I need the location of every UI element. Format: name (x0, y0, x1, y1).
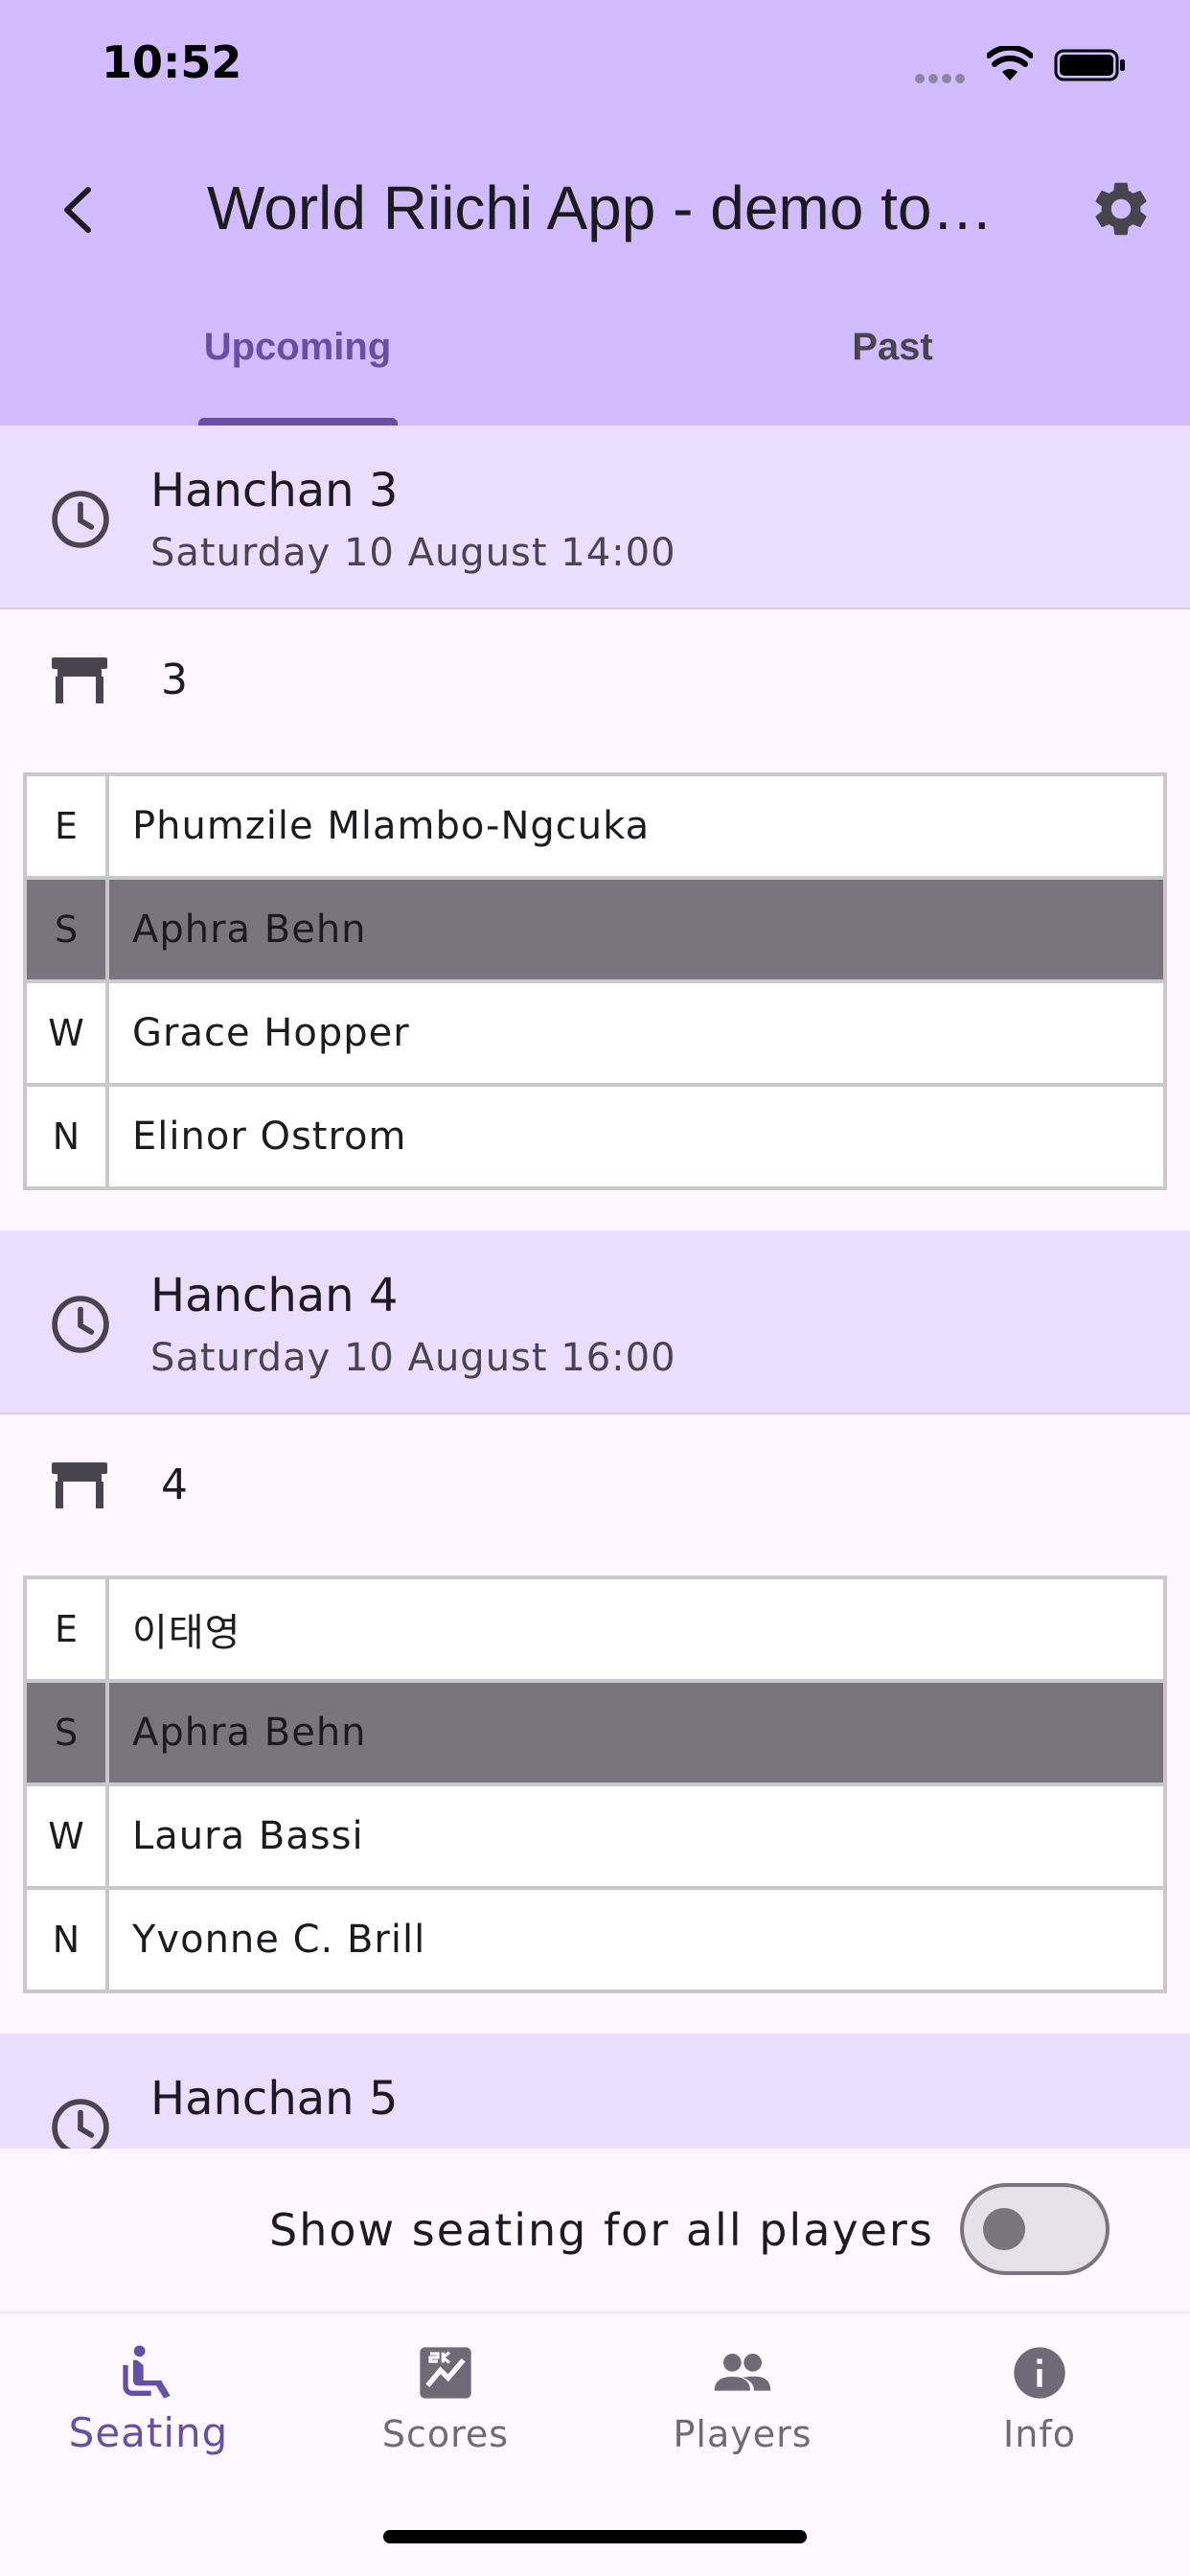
table-icon (52, 657, 107, 703)
seat-player: Elinor Ostrom (132, 1115, 407, 1159)
seat-row: W Grace Hopper (27, 983, 1163, 1087)
seat-table: E Phumzile Mlambo-Ngcuka S Aphra Behn W … (23, 772, 1167, 1190)
round-time: Saturday 10 August 14:00 (150, 531, 676, 575)
seat-icon (123, 2345, 171, 2399)
show-all-seating-switch[interactable] (960, 2183, 1110, 2275)
table-line: 4 (0, 1416, 1190, 1531)
round-header: Hanchan 4 Saturday 10 August 16:00 (0, 1230, 1190, 1414)
nav-scores-label: Scores (381, 2413, 510, 2455)
show-all-seating-label: Show seating for all players (269, 2204, 934, 2256)
tab-past[interactable]: Past (595, 326, 1190, 369)
gear-icon[interactable] (1088, 176, 1154, 242)
seat-wind: E (27, 776, 109, 876)
seat-wind: S (27, 1683, 109, 1782)
nav-info[interactable]: Info (891, 2313, 1188, 2505)
seat-row: N Yvonne C. Brill (27, 1890, 1163, 1990)
round-name: Hanchan 4 (150, 1269, 399, 1322)
clock-icon (52, 491, 109, 548)
people-icon (714, 2354, 771, 2391)
seat-wind: N (27, 1087, 109, 1186)
seat-row: E 이태영 (27, 1579, 1163, 1683)
seat-player: Yvonne C. Brill (132, 1918, 426, 1962)
clock-icon (52, 2099, 109, 2149)
seat-player: Grace Hopper (132, 1011, 410, 1055)
status-time: 10:52 (102, 36, 242, 88)
tab-indicator (198, 418, 398, 426)
round-header: Hanchan 5 (0, 2034, 1190, 2149)
tab-upcoming-label: Upcoming (203, 326, 392, 368)
battery-icon (1054, 49, 1125, 81)
nav-info-label: Info (1003, 2413, 1076, 2455)
back-icon[interactable] (44, 174, 115, 245)
seat-wind: W (27, 983, 109, 1083)
home-indicator (383, 2530, 807, 2543)
seat-player: Aphra Behn (132, 1711, 367, 1755)
nav-seating[interactable]: Seating (0, 2313, 297, 2505)
seating-list[interactable]: Hanchan 3 Saturday 10 August 14:00 3 E P… (0, 426, 1190, 2149)
nav-players[interactable]: Players (594, 2313, 891, 2505)
wifi-icon (987, 46, 1033, 80)
tab-past-label: Past (852, 326, 933, 368)
seat-row: W Laura Bassi (27, 1786, 1163, 1890)
seat-row-highlighted: S Aphra Behn (27, 880, 1163, 983)
seat-wind: S (27, 880, 109, 979)
tab-bar: Upcoming Past (0, 307, 1190, 426)
tab-upcoming[interactable]: Upcoming (0, 326, 595, 369)
switch-knob (983, 2208, 1025, 2250)
nav-scores[interactable]: Scores (297, 2313, 594, 2505)
seat-wind: W (27, 1786, 109, 1886)
table-line: 3 (0, 611, 1190, 726)
nav-players-label: Players (673, 2413, 812, 2455)
round-name: Hanchan 3 (150, 464, 399, 518)
top-header: 10:52 World Riichi App - demo tournament… (0, 0, 1190, 426)
app-bar: World Riichi App - demo tournament (0, 153, 1190, 259)
cellular-signal-icon (915, 69, 969, 87)
round-time: Saturday 10 August 16:00 (150, 1336, 676, 1380)
page-title: World Riichi App - demo tournament (207, 173, 1002, 242)
clock-icon (52, 1296, 109, 1353)
seat-player: Laura Bassi (132, 1814, 364, 1858)
seat-table: E 이태영 S Aphra Behn W Laura Bassi N Yvonn… (23, 1576, 1167, 1993)
seat-row: N Elinor Ostrom (27, 1087, 1163, 1186)
seat-player: 이태영 (132, 1611, 241, 1655)
table-icon (52, 1462, 107, 1508)
nav-seating-label: Seating (68, 2409, 229, 2456)
seat-player: Aphra Behn (132, 908, 367, 952)
seat-player: Phumzile Mlambo-Ngcuka (132, 804, 651, 848)
scoreboard-icon (420, 2347, 471, 2399)
table-number: 3 (161, 656, 188, 704)
status-bar: 10:52 (0, 0, 1190, 134)
show-all-seating-row: Show seating for all players (0, 2149, 1190, 2312)
table-number: 4 (161, 1460, 188, 1509)
seat-row: E Phumzile Mlambo-Ngcuka (27, 776, 1163, 880)
round-name: Hanchan 5 (150, 2072, 399, 2126)
seat-wind: E (27, 1579, 109, 1679)
round-header: Hanchan 3 Saturday 10 August 14:00 (0, 426, 1190, 610)
seat-wind: N (27, 1890, 109, 1990)
info-icon (1014, 2347, 1065, 2399)
seat-row-highlighted: S Aphra Behn (27, 1683, 1163, 1786)
